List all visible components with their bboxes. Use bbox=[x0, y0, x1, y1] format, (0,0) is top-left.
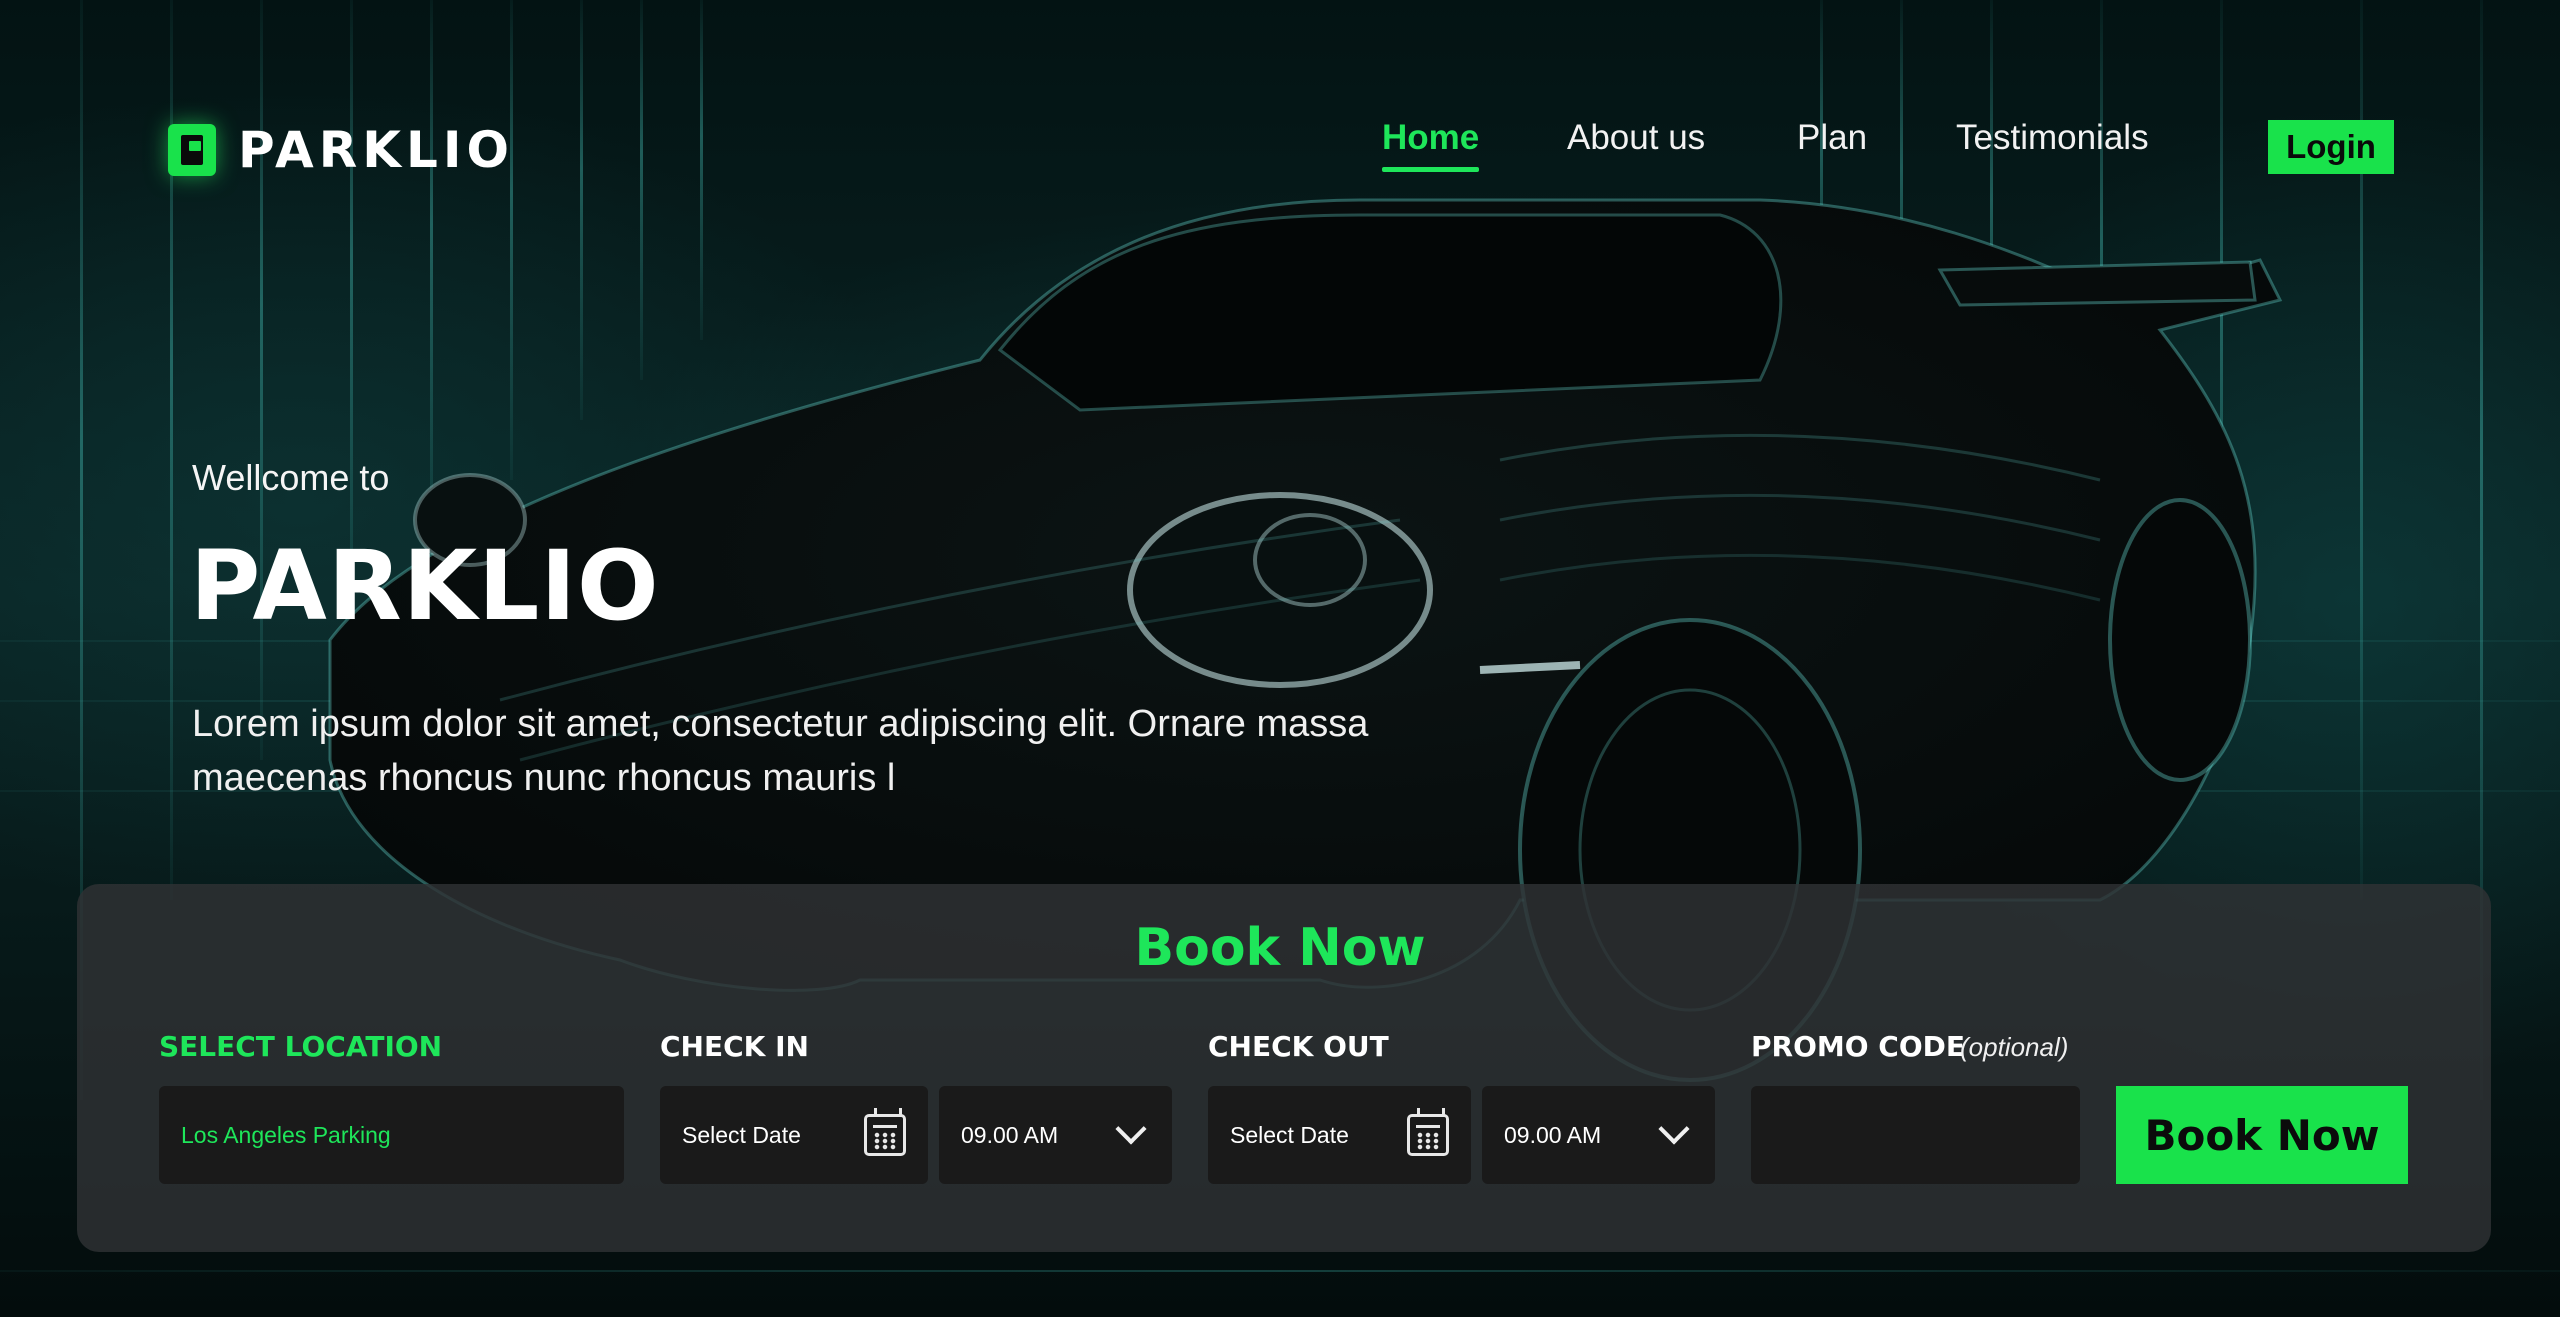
hero-description: Lorem ipsum dolor sit amet, consectetur … bbox=[192, 703, 1369, 799]
location-label: SELECT LOCATION bbox=[159, 1030, 443, 1063]
check-out-time-select[interactable]: 09.00 AM bbox=[1482, 1086, 1715, 1184]
chevron-down-icon bbox=[1658, 1113, 1690, 1145]
booking-title: Book Now bbox=[1134, 918, 1426, 978]
calendar-icon bbox=[1407, 1108, 1449, 1156]
login-button[interactable]: Login bbox=[2268, 120, 2394, 174]
book-now-button[interactable]: Book Now bbox=[2116, 1086, 2408, 1184]
check-in-time-select[interactable]: 09.00 AM bbox=[939, 1086, 1172, 1184]
location-select[interactable]: Los Angeles Parking bbox=[159, 1086, 624, 1184]
check-out-date-picker[interactable]: Select Date bbox=[1208, 1086, 1471, 1184]
nav-home[interactable]: Home bbox=[1382, 118, 1480, 172]
check-out-time-value: 09.00 AM bbox=[1504, 1121, 1602, 1148]
check-in-label: CHECK IN bbox=[660, 1030, 809, 1063]
nav-plan[interactable]: Plan bbox=[1797, 118, 1867, 172]
parking-p-icon bbox=[168, 124, 216, 176]
check-out-label: CHECK OUT bbox=[1208, 1030, 1389, 1063]
hero-eyebrow: Wellcome to bbox=[192, 457, 390, 498]
location-value: Los Angeles Parking bbox=[181, 1121, 391, 1148]
promo-optional-hint: (optional) bbox=[1960, 1032, 2069, 1062]
nav-about-us[interactable]: About us bbox=[1567, 118, 1705, 172]
check-in-time-value: 09.00 AM bbox=[961, 1121, 1059, 1148]
check-in-date-value: Select Date bbox=[682, 1121, 801, 1148]
hero-title: PARKLIO bbox=[190, 530, 660, 642]
promo-code-input[interactable] bbox=[1751, 1086, 2080, 1184]
chevron-down-icon bbox=[1115, 1113, 1147, 1145]
calendar-icon bbox=[864, 1108, 906, 1156]
nav-testimonials[interactable]: Testimonials bbox=[1956, 118, 2149, 172]
check-in-date-picker[interactable]: Select Date bbox=[660, 1086, 928, 1184]
brand-logo[interactable]: PARKLIO bbox=[168, 121, 514, 179]
brand-name: PARKLIO bbox=[238, 121, 514, 179]
promo-code-label: PROMO CODE bbox=[1751, 1030, 1966, 1063]
check-out-date-value: Select Date bbox=[1230, 1121, 1349, 1148]
